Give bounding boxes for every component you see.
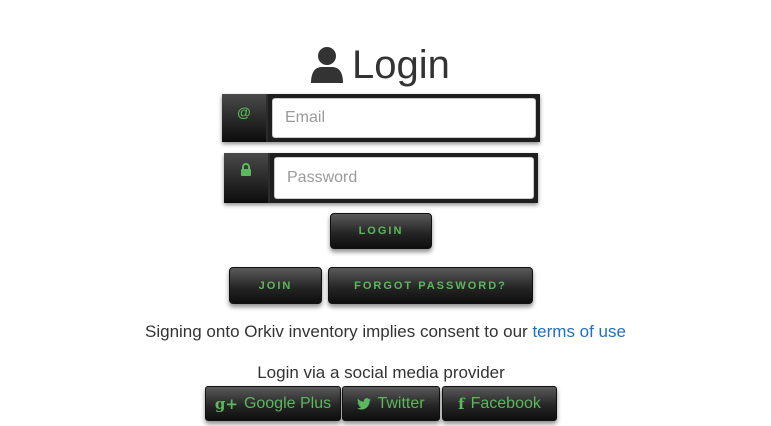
consent-statement: Signing onto Orkiv inventory implies con… <box>145 322 528 341</box>
facebook-icon: f <box>458 394 465 413</box>
facebook-button[interactable]: f Facebook <box>442 386 557 421</box>
forgot-password-label: FORGOT PASSWORD? <box>354 279 507 292</box>
google-plus-label: Google Plus <box>243 394 332 412</box>
join-button-label: JOIN <box>258 279 293 292</box>
page-title-text: Login <box>352 43 450 87</box>
user-icon <box>311 47 343 83</box>
login-button-label: LOGIN <box>358 225 404 237</box>
twitter-icon <box>357 397 372 410</box>
facebook-label: Facebook <box>470 394 541 412</box>
password-field[interactable] <box>274 157 534 199</box>
login-button[interactable]: LOGIN <box>330 213 432 249</box>
at-icon: @ <box>222 94 268 142</box>
terms-of-use-link[interactable]: terms of use <box>532 322 626 341</box>
google-plus-icon: g+ <box>214 394 238 413</box>
email-field[interactable] <box>272 98 536 138</box>
twitter-button[interactable]: Twitter <box>342 386 440 421</box>
join-button[interactable]: JOIN <box>229 267 322 304</box>
google-plus-button[interactable]: g+ Google Plus <box>205 386 341 421</box>
twitter-label: Twitter <box>377 394 425 412</box>
password-input-group <box>224 153 538 203</box>
forgot-password-button[interactable]: FORGOT PASSWORD? <box>328 267 533 304</box>
email-input-group: @ <box>222 94 540 142</box>
social-login-label: Login via a social media provider <box>257 363 505 382</box>
lock-icon <box>224 153 270 203</box>
page-title: Login <box>310 40 450 90</box>
consent-text: Signing onto Orkiv inventory implies con… <box>0 322 771 342</box>
